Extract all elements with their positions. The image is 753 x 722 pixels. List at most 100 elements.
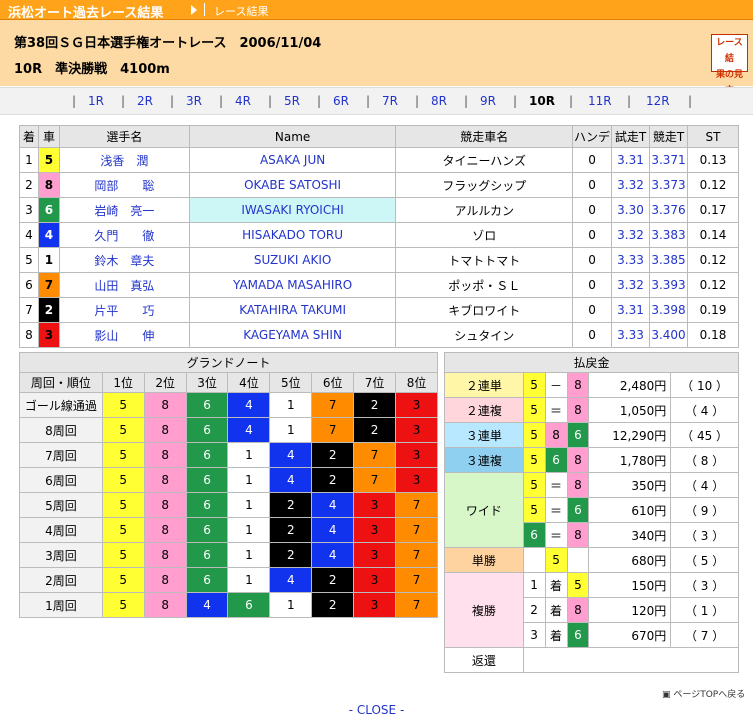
race-nav-link-1R[interactable]: 1R	[88, 94, 104, 108]
payout-amount: 610円	[588, 497, 672, 523]
rider-name-jp[interactable]: 岩崎 亮一	[58, 197, 190, 223]
breadcrumb-current: レース結果	[214, 5, 269, 18]
handicap: 0	[572, 297, 613, 323]
rider-name-jp[interactable]: 鈴木 章夫	[58, 247, 190, 273]
bike-name: キブロワイト	[395, 297, 574, 323]
payout-amount: 680円	[588, 547, 672, 573]
start-timing: 0.12	[686, 247, 740, 273]
top-bar: 浜松オート過去レース結果 レース結果	[0, 0, 753, 21]
lap-position: 6	[185, 442, 229, 468]
lap-position: 4	[227, 417, 271, 443]
lap-position: 2	[269, 542, 313, 568]
handicap: 0	[572, 222, 613, 248]
race-nav-link-12R[interactable]: 12R	[646, 94, 670, 108]
lap-position: 4	[311, 492, 355, 518]
entry-row: 7 2 片平 巧 KATAHIRA TAKUMI キブロワイト 0 3.31 3.398 0.1…	[19, 297, 740, 323]
start-timing: 0.12	[686, 172, 740, 198]
race-nav-link-3R[interactable]: 3R	[186, 94, 202, 108]
trial-time: 3.32	[611, 272, 650, 298]
race-nav-link-2R[interactable]: 2R	[137, 94, 153, 108]
start-timing: 0.14	[686, 222, 740, 248]
start-timing: 0.18	[686, 322, 740, 348]
race-nav-separator: |	[569, 94, 574, 108]
lap-position: 1	[227, 492, 271, 518]
trial-time: 3.33	[611, 322, 650, 348]
popularity: （ 45 ）	[670, 422, 739, 448]
lap-position: 6	[185, 517, 229, 543]
race-nav-link-8R[interactable]: 8R	[431, 94, 447, 108]
lane-number: 2	[37, 297, 60, 323]
rider-name-jp[interactable]: 片平 巧	[58, 297, 190, 323]
page-top-link[interactable]: ▣ ページTOPへ戻る	[662, 687, 745, 700]
race-nav-link-9R[interactable]: 9R	[480, 94, 496, 108]
lap-position: 2	[353, 392, 397, 418]
empty-cell	[522, 547, 546, 573]
race-nav-link-4R[interactable]: 4R	[235, 94, 251, 108]
empty-cell	[522, 647, 740, 673]
race-time: 3.383	[649, 222, 688, 248]
entry-row: 8 3 影山 伸 KAGEYAMA SHIN シュタイン 0 3.33 3.400 0.18	[19, 322, 740, 348]
lap-position: 8	[143, 592, 187, 618]
entry-row: 2 8 岡部 聡 OKABE SATOSHI フラッグシップ 0 3.32 3.373 0.12	[19, 172, 740, 198]
finish-place: 3	[19, 197, 39, 223]
entries-header: ハンデ	[572, 125, 613, 148]
lap-label: 3周回	[19, 542, 103, 568]
payout-amount: 150円	[588, 572, 672, 598]
bet-number: 8	[566, 472, 590, 498]
bet-number: 8	[566, 522, 590, 548]
race-time: 3.376	[649, 197, 688, 223]
entries-header: ST	[686, 125, 740, 148]
lap-label: 8周回	[19, 417, 103, 443]
bike-name: シュタイン	[395, 322, 574, 348]
lane-number: 5	[37, 147, 60, 173]
grand-note-header: 1位	[101, 372, 145, 393]
lap-row: 8周回 5 8 6 4 1 7 2 3	[19, 417, 438, 443]
bet-number: 8	[544, 422, 568, 448]
race-title: 第38回ＳＧ日本選手権オートレース 2006/11/04	[14, 36, 322, 51]
lane-number: 3	[37, 322, 60, 348]
lap-position: 4	[269, 442, 313, 468]
lap-position: 4	[269, 567, 313, 593]
lap-position: 4	[311, 517, 355, 543]
lap-position: 3	[395, 417, 438, 443]
rider-name-jp[interactable]: 浅香 潤	[58, 147, 190, 173]
close-bar: - CLOSE -	[0, 703, 753, 717]
bet-number: 5	[522, 422, 546, 448]
race-nav-link-5R[interactable]: 5R	[284, 94, 300, 108]
payout-amount: 670円	[588, 622, 672, 648]
lap-position: 7	[311, 417, 355, 443]
rider-name-jp[interactable]: 岡部 聡	[58, 172, 190, 198]
entry-row: 1 5 浅香 潤 ASAKA JUN タイニーハンズ 0 3.31 3.371 0.13	[19, 147, 740, 173]
bet-number: 6	[566, 422, 590, 448]
lap-position: 6	[185, 392, 229, 418]
race-nav-link-6R[interactable]: 6R	[333, 94, 349, 108]
result-guide-button[interactable]: レース結果の見方	[711, 34, 748, 96]
race-nav-link-11R[interactable]: 11R	[588, 94, 612, 108]
payout-amount: 1,050円	[588, 397, 672, 423]
rider-name-en: IWASAKI RYOICHI	[188, 197, 397, 223]
grand-note-header: 4位	[227, 372, 271, 393]
rider-name-jp[interactable]: 影山 伸	[58, 322, 190, 348]
close-link[interactable]: - CLOSE -	[349, 703, 405, 717]
start-timing: 0.12	[686, 272, 740, 298]
lap-position: 5	[101, 467, 145, 493]
handicap: 0	[572, 197, 613, 223]
lap-label: 2周回	[19, 567, 103, 593]
rider-name-en: KATAHIRA TAKUMI	[188, 297, 397, 323]
race-nav-separator: |	[366, 94, 371, 108]
grand-note-header: 周回・順位	[19, 372, 103, 393]
rider-name-en: KAGEYAMA SHIN	[188, 322, 397, 348]
bet-type: ３連単	[444, 422, 524, 448]
bet-number: 5	[522, 472, 546, 498]
guide-label-top: レース結	[716, 38, 743, 64]
race-nav-current: 10R	[529, 94, 555, 108]
rider-name-jp[interactable]: 山田 真弘	[58, 272, 190, 298]
lap-position: 6	[185, 417, 229, 443]
lap-position: 8	[143, 517, 187, 543]
bet-type: 返還	[444, 647, 524, 673]
rider-name-jp[interactable]: 久門 徹	[58, 222, 190, 248]
payout-title: 払戻金	[444, 352, 739, 373]
race-nav-link-7R[interactable]: 7R	[382, 94, 398, 108]
lap-position: 3	[353, 492, 397, 518]
lap-position: 7	[395, 592, 438, 618]
